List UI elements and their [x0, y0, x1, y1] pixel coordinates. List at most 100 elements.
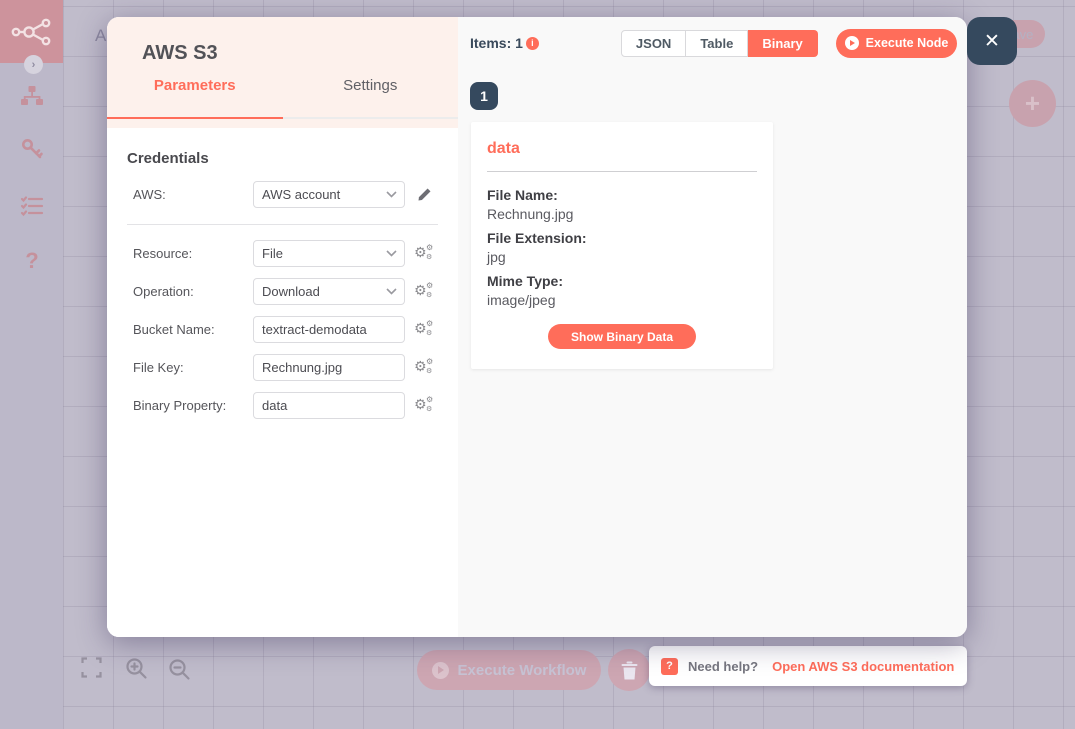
- zoom-out-button[interactable]: [167, 657, 191, 681]
- parameter-row-file-key: File Key: Rechnung.jpg ⚙⚙⚙: [127, 354, 438, 381]
- fullscreen-icon: [81, 657, 102, 678]
- checklist-icon: [20, 194, 44, 218]
- trash-icon: [621, 661, 638, 680]
- pencil-icon: [417, 187, 432, 202]
- canvas-node-label-partial: A: [95, 26, 106, 46]
- resource-label: Resource:: [127, 246, 253, 261]
- chevron-down-icon: [386, 191, 397, 198]
- file-name-field-value: Rechnung.jpg: [487, 206, 757, 222]
- file-key-value: Rechnung.jpg: [262, 360, 342, 375]
- edit-credential-button[interactable]: [411, 187, 437, 202]
- operation-value: Download: [262, 284, 320, 299]
- bucket-name-input[interactable]: textract-demodata: [253, 316, 405, 343]
- file-key-options-button[interactable]: ⚙⚙⚙: [411, 358, 437, 378]
- sidebar-expand-chevron-icon[interactable]: ›: [24, 55, 43, 74]
- cogs-icon: ⚙⚙⚙: [414, 282, 434, 302]
- aws-credential-label: AWS:: [127, 187, 253, 202]
- binary-data-card: data File Name: Rechnung.jpg File Extens…: [471, 122, 773, 369]
- aws-credential-select[interactable]: AWS account: [253, 181, 405, 208]
- operation-label: Operation:: [127, 284, 253, 299]
- operation-options-button[interactable]: ⚙⚙⚙: [411, 282, 437, 302]
- zoom-in-button[interactable]: [124, 656, 148, 680]
- parameters-panel: AWS S3 Parameters Settings Credentials A…: [107, 17, 458, 637]
- item-index-badge[interactable]: 1: [470, 82, 498, 110]
- aws-credential-value: AWS account: [262, 187, 340, 202]
- parameter-row-bucket-name: Bucket Name: textract-demodata ⚙⚙⚙: [127, 316, 438, 343]
- help-toast: ? Need help? Open AWS S3 documentation: [649, 646, 967, 686]
- resource-select[interactable]: File: [253, 240, 405, 267]
- parameter-row-resource: Resource: File ⚙⚙⚙: [127, 240, 438, 267]
- close-modal-button[interactable]: ✕: [967, 17, 1017, 65]
- help-question-icon: ?: [661, 658, 678, 675]
- file-extension-field-label: File Extension:: [487, 230, 757, 246]
- file-extension-field-value: jpg: [487, 249, 757, 265]
- parameter-row-operation: Operation: Download ⚙⚙⚙: [127, 278, 438, 305]
- binary-property-options-button[interactable]: ⚙⚙⚙: [411, 396, 437, 416]
- help-toast-text: Need help?: [688, 659, 758, 674]
- binary-property-input[interactable]: data: [253, 392, 405, 419]
- file-key-label: File Key:: [127, 360, 253, 375]
- binary-property-value: data: [262, 398, 287, 413]
- sidebar-item-executions[interactable]: [19, 193, 45, 219]
- bucket-name-label: Bucket Name:: [127, 322, 253, 337]
- sidebar-item-credentials[interactable]: [19, 136, 45, 162]
- node-tabs: Parameters Settings: [107, 72, 458, 119]
- execute-node-button[interactable]: Execute Node: [836, 29, 957, 58]
- execute-workflow-button[interactable]: Execute Workflow: [417, 650, 601, 690]
- question-icon: ?: [25, 248, 38, 274]
- node-settings-modal: AWS S3 Parameters Settings Credentials A…: [107, 17, 967, 637]
- plus-icon: +: [1025, 88, 1040, 119]
- resource-options-button[interactable]: ⚙⚙⚙: [411, 244, 437, 264]
- binary-property-label: Binary Property:: [127, 398, 253, 413]
- info-icon[interactable]: i: [526, 37, 539, 50]
- view-button-table[interactable]: Table: [686, 30, 748, 57]
- section-divider: [127, 224, 438, 225]
- output-view-toggle: JSON Table Binary: [621, 30, 818, 57]
- bucket-name-value: textract-demodata: [262, 322, 367, 337]
- file-name-field-label: File Name:: [487, 187, 757, 203]
- cogs-icon: ⚙⚙⚙: [414, 320, 434, 340]
- mime-type-field-label: Mime Type:: [487, 273, 757, 289]
- cogs-icon: ⚙⚙⚙: [414, 396, 434, 416]
- output-panel: Items: 1 i JSON Table Binary Execute Nod…: [458, 17, 967, 637]
- credential-row-aws: AWS: AWS account: [127, 181, 438, 208]
- delete-workflow-button[interactable]: [608, 649, 650, 691]
- open-documentation-link[interactable]: Open AWS S3 documentation: [772, 659, 954, 674]
- view-button-binary[interactable]: Binary: [748, 30, 817, 57]
- zoom-out-icon: [168, 658, 191, 681]
- n8n-logo-icon: [11, 18, 53, 46]
- node-header: AWS S3 Parameters Settings: [107, 17, 458, 128]
- app-sidebar: ›: [0, 0, 63, 729]
- operation-select[interactable]: Download: [253, 278, 405, 305]
- zoom-in-icon: [125, 657, 148, 680]
- mime-type-field-value: image/jpeg: [487, 292, 757, 308]
- cogs-icon: ⚙⚙⚙: [414, 244, 434, 264]
- close-icon: ✕: [984, 30, 1000, 53]
- chevron-down-icon: [386, 288, 397, 295]
- parameters-body: Credentials AWS: AWS account Resource: [107, 128, 458, 637]
- sidebar-item-workflows[interactable]: [19, 83, 45, 109]
- key-icon: [20, 137, 44, 161]
- tab-parameters[interactable]: Parameters: [107, 72, 283, 119]
- items-count-label: Items: 1: [470, 35, 523, 51]
- cogs-icon: ⚙⚙⚙: [414, 358, 434, 378]
- file-key-input[interactable]: Rechnung.jpg: [253, 354, 405, 381]
- play-circle-icon: [432, 662, 449, 679]
- parameter-row-binary-property: Binary Property: data ⚙⚙⚙: [127, 392, 438, 419]
- n8n-logo[interactable]: [0, 0, 63, 63]
- zoom-to-fit-button[interactable]: [79, 655, 103, 679]
- resource-value: File: [262, 246, 283, 261]
- credentials-heading: Credentials: [127, 150, 438, 167]
- tab-settings[interactable]: Settings: [283, 72, 459, 119]
- output-header: Items: 1 i JSON Table Binary Execute Nod…: [470, 28, 957, 58]
- execute-node-label: Execute Node: [866, 36, 949, 50]
- node-title: AWS S3: [107, 17, 458, 65]
- workflow-sitemap-icon: [20, 84, 44, 108]
- sidebar-item-help[interactable]: ?: [19, 248, 45, 274]
- show-binary-data-button[interactable]: Show Binary Data: [548, 324, 696, 349]
- play-circle-icon: [845, 36, 859, 50]
- view-button-json[interactable]: JSON: [621, 30, 686, 57]
- binary-property-name: data: [487, 140, 757, 158]
- add-node-button[interactable]: +: [1009, 80, 1056, 127]
- bucket-name-options-button[interactable]: ⚙⚙⚙: [411, 320, 437, 340]
